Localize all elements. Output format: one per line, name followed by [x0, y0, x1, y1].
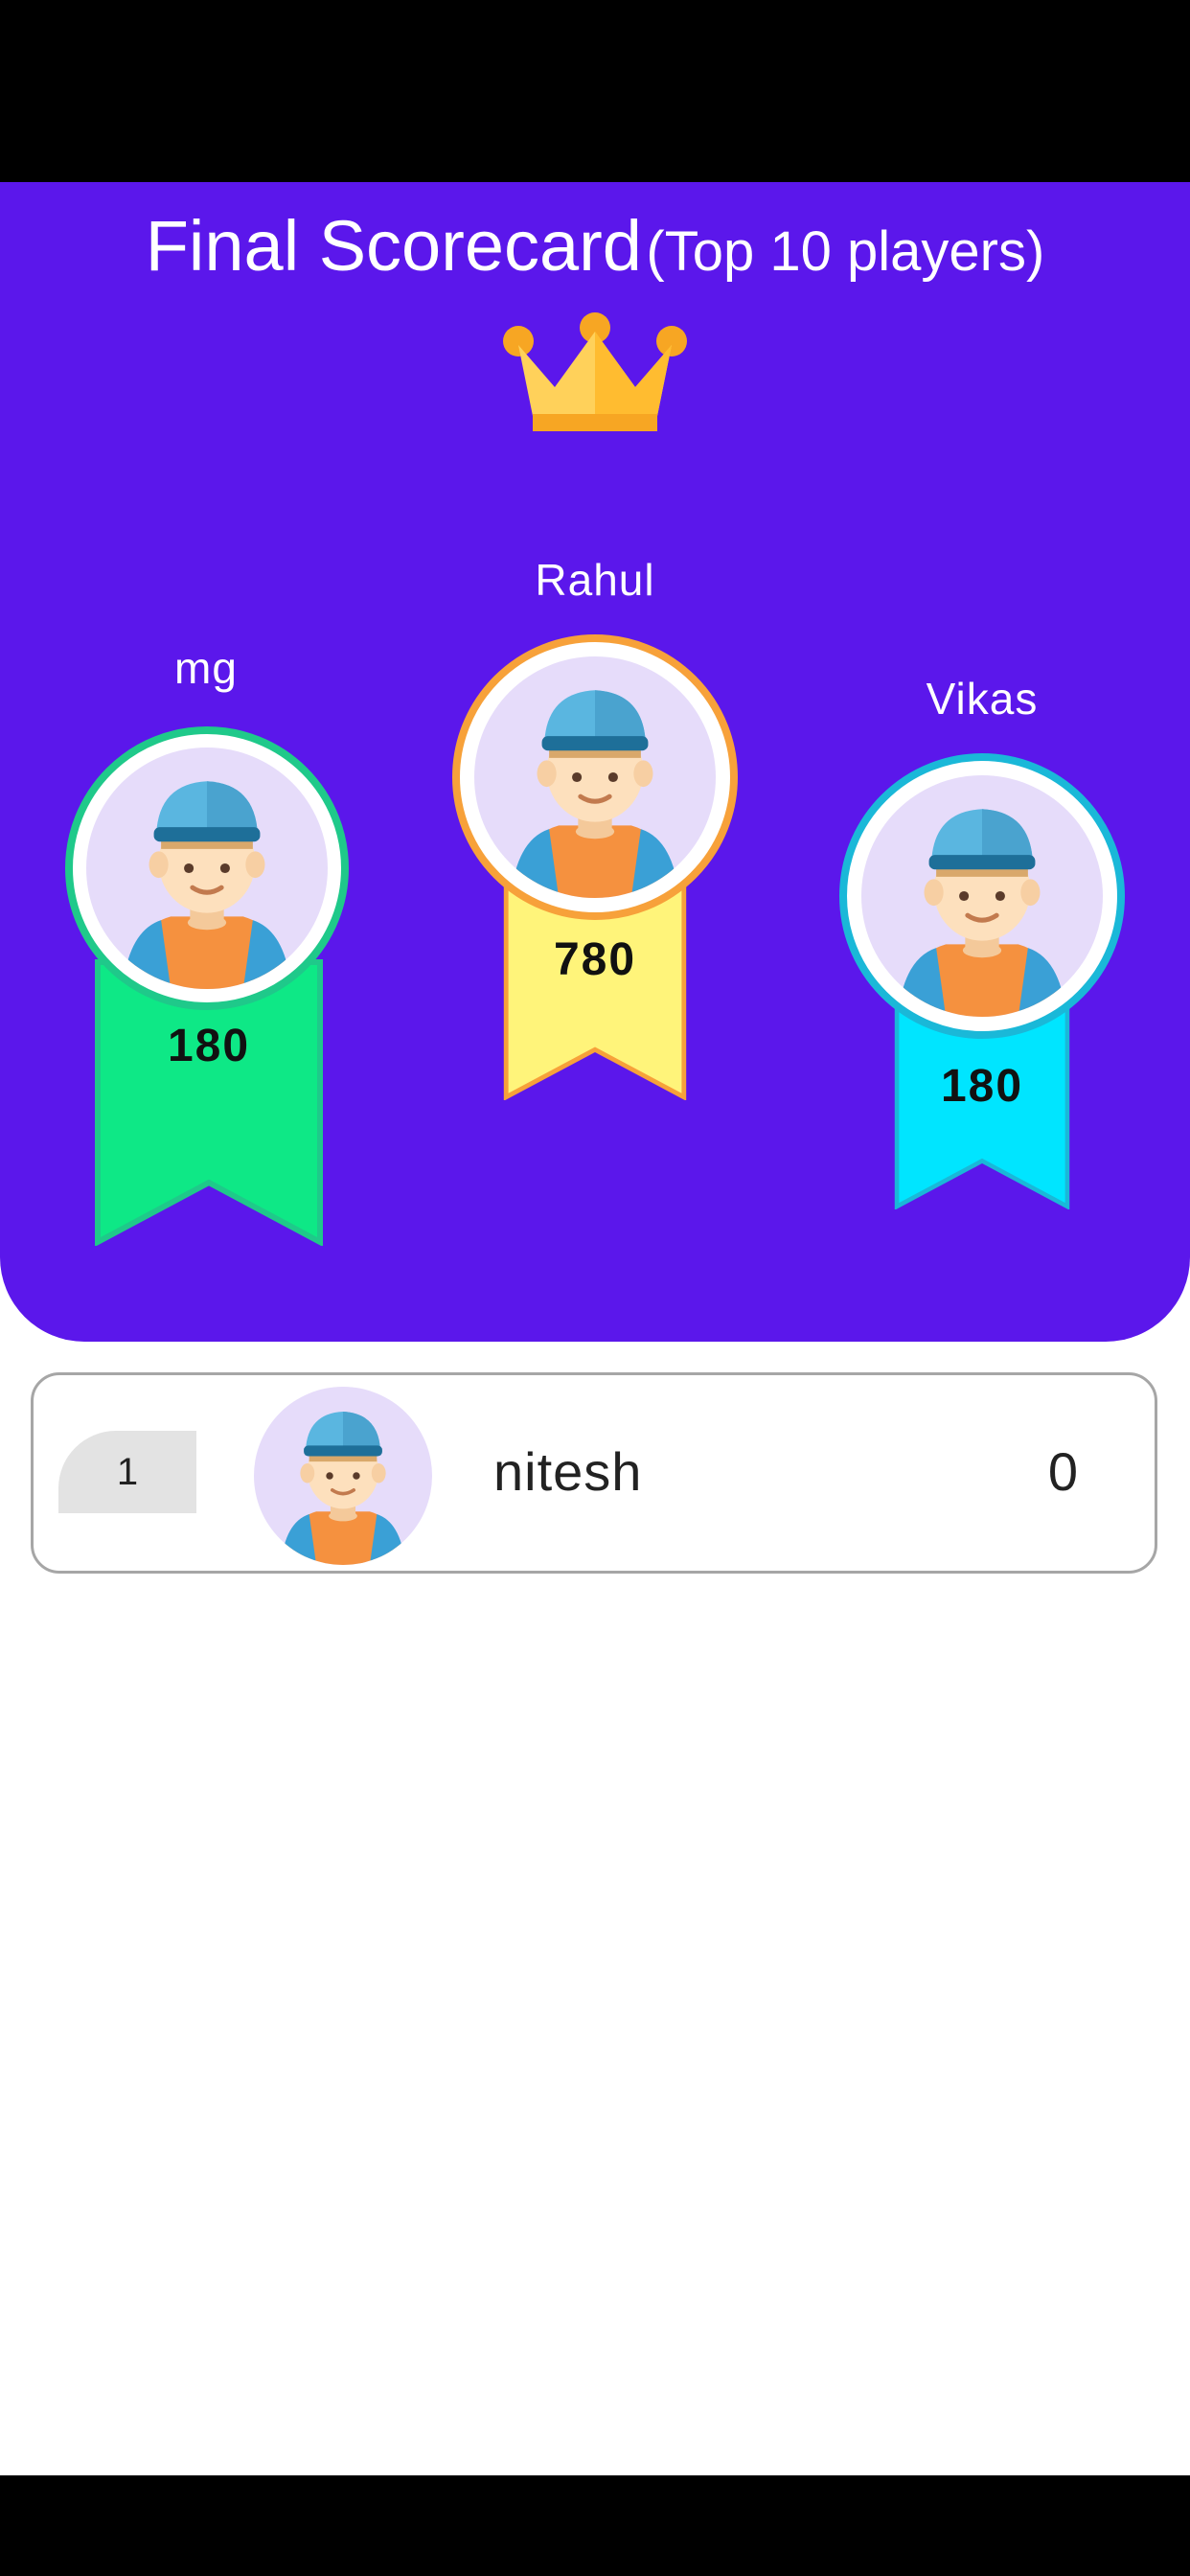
player-name: Vikas — [926, 674, 1039, 724]
avatar-icon — [254, 1387, 432, 1565]
title-main: Final Scorecard — [145, 206, 642, 286]
player-name: mg — [174, 643, 238, 693]
scorecard-header: Final Scorecard (Top 10 players) mg 180 … — [0, 182, 1190, 1342]
avatar-medal — [452, 634, 738, 920]
player-score: 780 — [553, 934, 637, 985]
leaderboard-row[interactable]: 1 nitesh 0 — [31, 1372, 1157, 1574]
player-score: 180 — [167, 1021, 251, 1071]
avatar-icon — [861, 775, 1103, 1017]
page-title: Final Scorecard (Top 10 players) — [0, 205, 1190, 287]
avatar-icon — [86, 748, 328, 989]
podium-player-third[interactable]: Vikas 180 — [834, 673, 1131, 1342]
podium-player-first[interactable]: Rahul 780 — [446, 554, 744, 1301]
status-bar — [0, 0, 1190, 182]
player-name: Rahul — [535, 555, 655, 605]
rank-badge: 1 — [58, 1431, 196, 1513]
avatar-icon — [474, 656, 716, 898]
podium-player-second[interactable]: mg 180 — [57, 642, 355, 1342]
player-score: 0 — [1047, 1441, 1078, 1502]
navigation-bar — [0, 2475, 1190, 2576]
player-name: nitesh — [493, 1441, 643, 1502]
player-score: 180 — [940, 1061, 1024, 1112]
title-subtitle: (Top 10 players) — [646, 220, 1045, 283]
avatar-medal — [839, 753, 1125, 1039]
crown-icon — [503, 312, 687, 431]
avatar-medal — [65, 726, 349, 1010]
